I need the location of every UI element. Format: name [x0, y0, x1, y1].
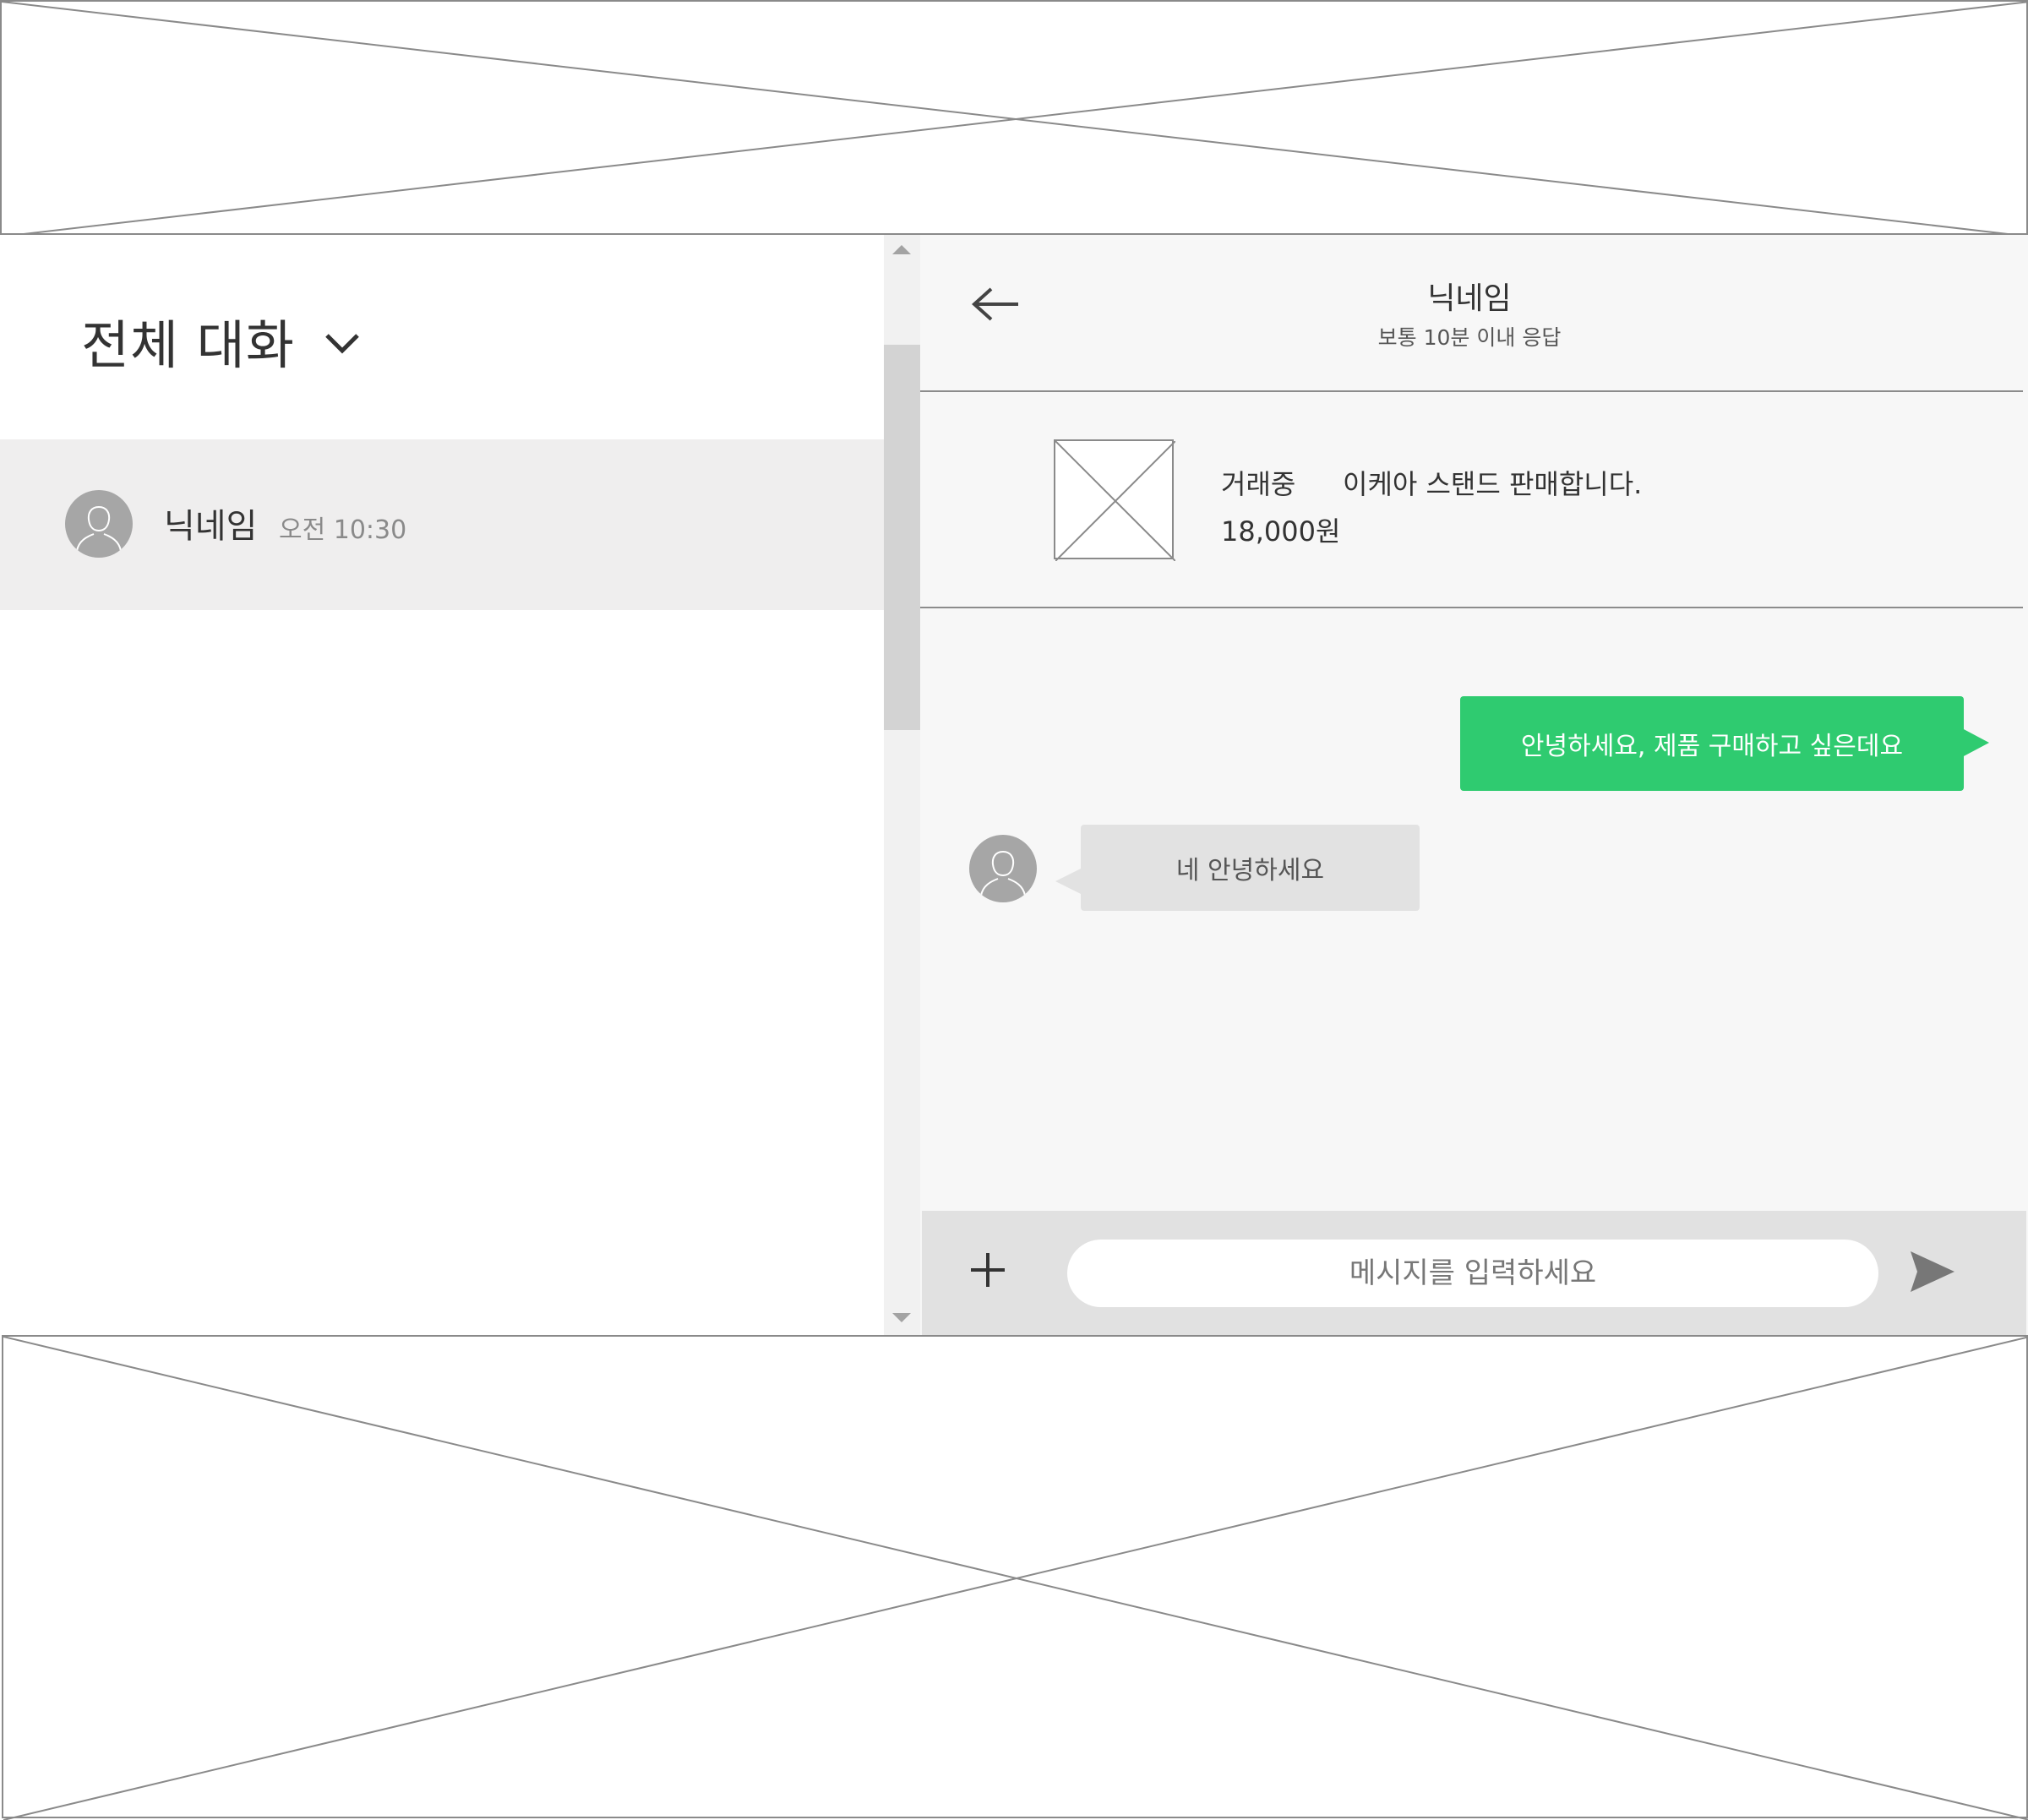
- product-image-placeholder[interactable]: [1054, 439, 1175, 561]
- plus-icon[interactable]: [969, 1251, 1006, 1289]
- header-divider: [920, 390, 2023, 392]
- product-title[interactable]: 이케아 스탠드 판매합니다.: [1343, 463, 1642, 502]
- conversation-name: 닉네임: [164, 507, 258, 546]
- conversation-time: 오전 10:30: [279, 515, 407, 545]
- scrollbar[interactable]: [884, 235, 920, 1335]
- response-time-text: 보통 10분 이내 응답: [1377, 325, 1562, 350]
- conversation-list-item[interactable]: 닉네임 오전 10:30: [0, 439, 884, 610]
- message-input-bar: [922, 1211, 2026, 1335]
- chat-panel: 닉네임 보통 10분 이내 응답 거래중 이케아 스탠드 판매합니다. 18,0…: [920, 235, 2028, 1335]
- product-price: 18,000원: [1221, 515, 1341, 548]
- chevron-down-icon: [325, 334, 359, 354]
- user-avatar-icon: [65, 490, 133, 558]
- top-banner-placeholder: [0, 0, 2028, 237]
- conversation-filter-label: 전체 대화: [81, 314, 295, 376]
- incoming-message-bubble: 네 안녕하세요: [1081, 825, 1420, 911]
- conversation-filter-dropdown[interactable]: 전체 대화: [81, 302, 361, 379]
- message-input[interactable]: [1067, 1240, 1878, 1307]
- scrollbar-thumb[interactable]: [884, 345, 920, 730]
- send-icon[interactable]: [1909, 1250, 1956, 1294]
- conversation-list-panel: 전체 대화 닉네임 오전 10:30: [0, 235, 884, 1335]
- scroll-down-arrow-icon[interactable]: [892, 1313, 911, 1322]
- outgoing-message-bubble: 안녕하세요, 제품 구매하고 싶은데요: [1460, 696, 1964, 791]
- bottom-banner-placeholder: [2, 1335, 2028, 1820]
- product-divider: [920, 607, 2023, 608]
- scroll-up-arrow-icon[interactable]: [892, 245, 911, 254]
- chat-partner-name: 닉네임: [1427, 281, 1512, 316]
- incoming-bubble-tail: [1055, 869, 1081, 894]
- user-avatar-icon: [969, 835, 1037, 902]
- trade-status-label: 거래중: [1221, 468, 1296, 500]
- outgoing-bubble-tail: [1962, 728, 1989, 757]
